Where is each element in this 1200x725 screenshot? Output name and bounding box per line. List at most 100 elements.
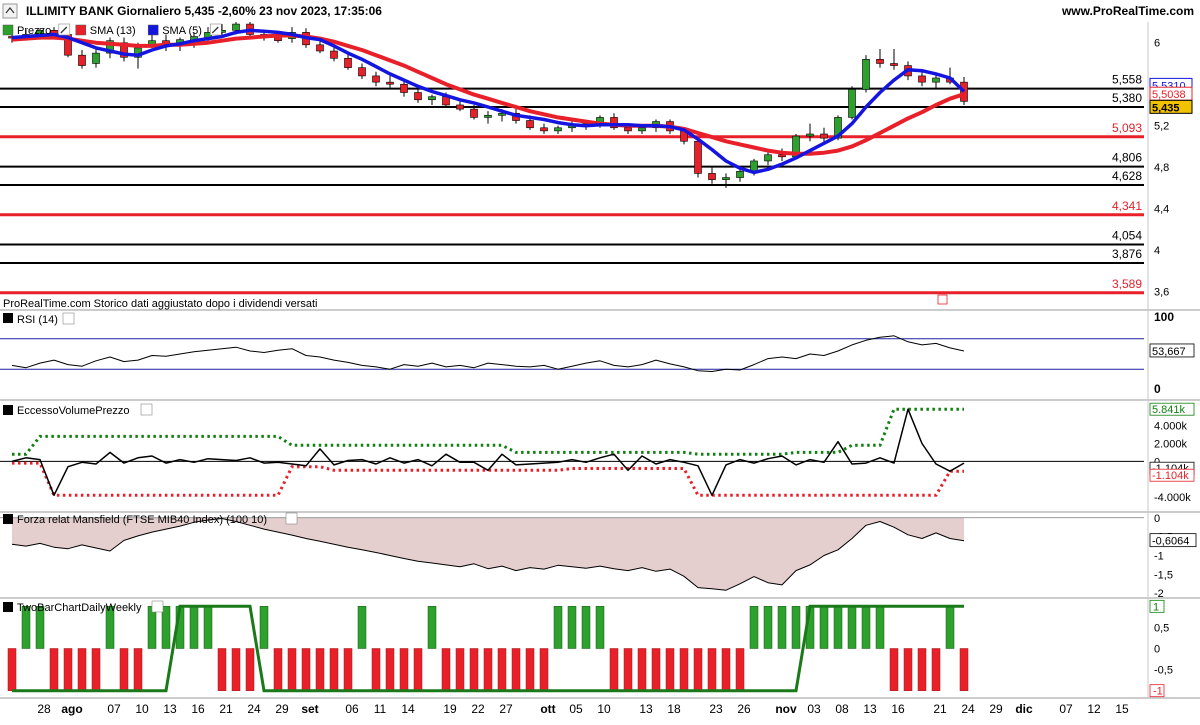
- twobar-bar[interactable]: [763, 606, 773, 649]
- twobar-bar[interactable]: [315, 648, 325, 691]
- candle[interactable]: [778, 154, 786, 158]
- twobar-bar[interactable]: [567, 606, 577, 649]
- wrench-icon[interactable]: [140, 403, 153, 416]
- twobar-bar[interactable]: [371, 648, 381, 691]
- candle[interactable]: [470, 108, 478, 118]
- twobar-bar[interactable]: [749, 606, 759, 649]
- twobar-bar[interactable]: [791, 606, 801, 649]
- candle[interactable]: [554, 127, 562, 132]
- candle[interactable]: [750, 160, 758, 172]
- twobar-bar[interactable]: [889, 648, 899, 691]
- twobar-bar[interactable]: [231, 648, 241, 691]
- collapse-icon[interactable]: [2, 3, 18, 19]
- twobar-bar[interactable]: [721, 648, 731, 691]
- twobar-bar[interactable]: [77, 648, 87, 691]
- chart-canvas[interactable]: ILLIMITY BANK Giornaliero 5,435 -2,60% 2…: [0, 0, 1200, 720]
- candle[interactable]: [428, 96, 436, 101]
- twobar-bar[interactable]: [665, 648, 675, 691]
- twobar-bar[interactable]: [833, 606, 843, 649]
- twobar-bar[interactable]: [819, 606, 829, 649]
- candle[interactable]: [918, 75, 926, 83]
- twobar-bar[interactable]: [343, 648, 353, 691]
- twobar-bar[interactable]: [735, 648, 745, 691]
- candle[interactable]: [92, 52, 100, 64]
- candle[interactable]: [820, 133, 828, 139]
- twobar-bar[interactable]: [259, 606, 269, 649]
- window-controls[interactable]: [2, 3, 18, 19]
- twobar-bar[interactable]: [441, 648, 451, 691]
- candle[interactable]: [862, 59, 870, 90]
- twobar-bar[interactable]: [63, 648, 73, 691]
- candle[interactable]: [638, 127, 646, 132]
- twobar-bar[interactable]: [469, 648, 479, 691]
- candle[interactable]: [344, 57, 352, 68]
- candle[interactable]: [764, 154, 772, 162]
- twobar-bar[interactable]: [329, 648, 339, 691]
- candle[interactable]: [526, 120, 534, 129]
- twobar-bar[interactable]: [707, 648, 717, 691]
- twobar-bar[interactable]: [945, 606, 955, 649]
- twobar-bar[interactable]: [399, 648, 409, 691]
- candle[interactable]: [960, 81, 968, 102]
- candle[interactable]: [932, 77, 940, 83]
- wrench-icon[interactable]: [62, 312, 75, 325]
- twobar-bar[interactable]: [357, 606, 367, 649]
- candle[interactable]: [736, 171, 744, 178]
- twobar-bar[interactable]: [903, 648, 913, 691]
- twobar-bar[interactable]: [595, 606, 605, 649]
- twobar-bar[interactable]: [637, 648, 647, 691]
- candle[interactable]: [400, 83, 408, 93]
- twobar-bar[interactable]: [49, 648, 59, 691]
- twobar-bar[interactable]: [511, 648, 521, 691]
- twobar-bar[interactable]: [651, 648, 661, 691]
- candle[interactable]: [414, 92, 422, 101]
- twobar-bar[interactable]: [679, 648, 689, 691]
- candle[interactable]: [876, 59, 884, 64]
- candle[interactable]: [694, 140, 702, 174]
- twobar-bar[interactable]: [427, 606, 437, 649]
- candle[interactable]: [624, 127, 632, 132]
- twobar-bar[interactable]: [203, 606, 213, 649]
- twobar-bar[interactable]: [847, 606, 857, 649]
- twobar-bar[interactable]: [413, 648, 423, 691]
- candle[interactable]: [232, 23, 240, 31]
- candle[interactable]: [78, 54, 86, 66]
- candle[interactable]: [806, 133, 814, 137]
- twobar-bar[interactable]: [245, 648, 255, 691]
- twobar-bar[interactable]: [385, 648, 395, 691]
- twobar-bar[interactable]: [539, 648, 549, 691]
- candle[interactable]: [848, 89, 856, 118]
- twobar-bar[interactable]: [91, 648, 101, 691]
- candle[interactable]: [330, 50, 338, 59]
- twobar-bar[interactable]: [917, 648, 927, 691]
- twobar-bar[interactable]: [497, 648, 507, 691]
- expand-icon[interactable]: [937, 294, 948, 305]
- twobar-bar[interactable]: [861, 606, 871, 649]
- twobar-bar[interactable]: [147, 606, 157, 649]
- twobar-bar[interactable]: [287, 648, 297, 691]
- wrench-icon[interactable]: [285, 512, 298, 525]
- twobar-bar[interactable]: [581, 606, 591, 649]
- twobar-bar[interactable]: [959, 648, 969, 691]
- candle[interactable]: [386, 81, 394, 85]
- twobar-bar[interactable]: [161, 606, 171, 649]
- twobar-bar[interactable]: [875, 606, 885, 649]
- candle[interactable]: [722, 177, 730, 180]
- candle[interactable]: [708, 173, 716, 180]
- twobar-bar[interactable]: [777, 606, 787, 649]
- twobar-bar[interactable]: [455, 648, 465, 691]
- candle[interactable]: [372, 75, 380, 83]
- twobar-bar[interactable]: [553, 606, 563, 649]
- twobar-bar[interactable]: [217, 648, 227, 691]
- candle[interactable]: [316, 44, 324, 52]
- twobar-bar[interactable]: [693, 648, 703, 691]
- twobar-bar[interactable]: [931, 648, 941, 691]
- candle[interactable]: [484, 115, 492, 118]
- candle[interactable]: [358, 67, 366, 77]
- twobar-bar[interactable]: [301, 648, 311, 691]
- candle[interactable]: [890, 63, 898, 66]
- twobar-bar[interactable]: [623, 648, 633, 691]
- twobar-bar[interactable]: [273, 648, 283, 691]
- twobar-bar[interactable]: [189, 606, 199, 649]
- wrench-icon[interactable]: [151, 600, 164, 613]
